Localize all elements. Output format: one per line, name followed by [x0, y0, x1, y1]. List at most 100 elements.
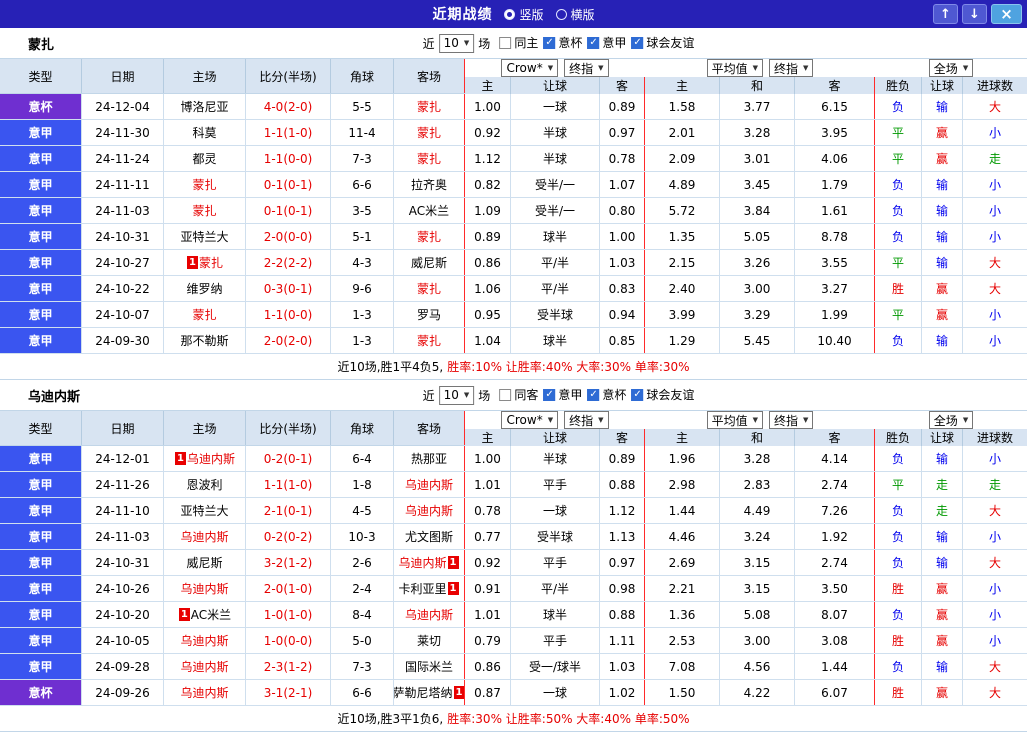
games-count-select[interactable]: 10 ▼ [438, 385, 475, 405]
eu-odds-source-select[interactable]: 平均值 ▼ [706, 411, 763, 429]
score-cell: 1-1(0-0) [246, 302, 331, 327]
handicap-cell: 球半 [511, 328, 600, 353]
eu-away-odds: 7.26 [795, 498, 875, 523]
ah-home-odds: 0.86 [465, 250, 511, 275]
scope-select[interactable]: 全场 ▼ [928, 411, 974, 429]
league-badge: 意甲 [0, 602, 82, 627]
eu-draw-odds: 5.08 [720, 602, 795, 627]
date-cell: 24-10-22 [82, 276, 164, 301]
ah-away-odds: 1.07 [600, 172, 645, 197]
goals-result-cell: 大 [988, 282, 1001, 296]
record-text: 近10场,胜1平4负5, [337, 360, 444, 374]
league-filter-checkbox[interactable]: 同客 [499, 386, 538, 403]
league-filter-checkbox[interactable]: 意甲 [587, 34, 626, 51]
eu-home-odds: 2.09 [645, 146, 720, 171]
home-team-cell: 恩波利 [164, 472, 246, 497]
result-cell: 平 [875, 120, 922, 145]
home-team-name: 都灵 [192, 152, 217, 166]
handicap-cell: 平手 [511, 628, 600, 653]
away-team-cell: 威尼斯 [394, 250, 465, 275]
league-filter-checkbox[interactable]: 球会友谊 [631, 386, 694, 403]
ah-odds-source-select[interactable]: Crow* ▼ [501, 59, 559, 77]
team-name: 乌迪内斯 [28, 389, 81, 405]
asian-handicap-group: Crow* ▼ 终指 ▼ 主 让球 客 [465, 411, 645, 446]
league-badge: 意甲 [0, 654, 82, 679]
eu-home-odds: 1.29 [645, 328, 720, 353]
ah-odds-time-select[interactable]: 终指 ▼ [564, 411, 609, 429]
league-badge: 意甲 [0, 628, 82, 653]
league-filter-checkbox[interactable]: 意杯 [543, 34, 582, 51]
eu-odds-source-select[interactable]: 平均值 ▼ [706, 59, 763, 77]
filter-row: 蒙扎 近 10 ▼ 场 同主 意杯 意甲 球会友谊 [0, 28, 1027, 58]
handicap-result-cell: 走 [922, 498, 963, 523]
home-team-cell: 维罗纳 [164, 276, 246, 301]
away-team-cell: 乌迪内斯 1 [394, 550, 465, 575]
eu-draw-odds: 5.45 [720, 328, 795, 353]
home-team-cell: 亚特兰大 [164, 498, 246, 523]
away-team-cell: 拉齐奥 [394, 172, 465, 197]
eu-home-odds: 3.99 [645, 302, 720, 327]
away-team-cell: 热那亚 [394, 446, 465, 471]
league-badge: 意甲 [0, 146, 82, 171]
away-team-name: 蒙扎 [416, 126, 441, 140]
result-cell: 胜 [875, 680, 922, 705]
corners-cell: 8-4 [331, 602, 394, 627]
match-row: 意甲 24-10-31 亚特兰大 2-0(0-0) 5-1 蒙扎 0.89 球半 1.00 1.3… [0, 224, 1027, 250]
score-cell: 1-0(1-0) [246, 602, 331, 627]
score-cell: 2-0(1-0) [246, 576, 331, 601]
eu-odds-time-select[interactable]: 终指 ▼ [769, 411, 814, 429]
column-header: 客 [600, 429, 645, 446]
eu-draw-odds: 4.49 [720, 498, 795, 523]
home-team-cell: 亚特兰大 [164, 224, 246, 249]
score-cell: 2-1(0-1) [246, 498, 331, 523]
chevron-down-icon: ▼ [962, 415, 969, 424]
ah-away-odds: 0.94 [600, 302, 645, 327]
league-filter-checkbox[interactable]: 意甲 [543, 386, 582, 403]
goals-result-cell: 大 [988, 100, 1001, 114]
away-team-name: 国际米兰 [404, 660, 453, 674]
home-team-name: 亚特兰大 [180, 230, 229, 244]
column-header: 主 [465, 429, 511, 446]
away-team-cell: 乌迪内斯 [394, 498, 465, 523]
date-cell: 24-11-26 [82, 472, 164, 497]
radio-selected-icon [504, 8, 516, 20]
corners-cell: 6-6 [331, 680, 394, 705]
eu-draw-odds: 3.84 [720, 198, 795, 223]
score-cell: 2-0(2-0) [246, 328, 331, 353]
league-filter-checkbox[interactable]: 意杯 [587, 386, 626, 403]
result-cell: 负 [875, 224, 922, 249]
view-option-vertical[interactable]: 竖版 [504, 6, 544, 23]
away-team-name: 蒙扎 [416, 230, 441, 244]
checkbox-checked-icon [543, 36, 556, 49]
ah-odds-time-select[interactable]: 终指 ▼ [564, 59, 609, 77]
league-filter-checkbox[interactable]: 球会友谊 [631, 34, 694, 51]
match-row: 意甲 24-10-22 维罗纳 0-3(0-1) 9-6 蒙扎 1.06 平/半 0.83 2.4… [0, 276, 1027, 302]
home-team-name: 蒙扎 [198, 256, 223, 270]
select-value: 终指 [774, 61, 799, 76]
ah-home-odds: 1.09 [465, 198, 511, 223]
league-badge: 意甲 [0, 276, 82, 301]
games-count-select[interactable]: 10 ▼ [438, 33, 475, 53]
league-filter-checkbox[interactable]: 同主 [499, 34, 538, 51]
team-section-udinese: 乌迪内斯 近 10 ▼ 场 同客意甲意杯球会友谊 类型 日期 主场 比分(半场)… [0, 380, 1027, 732]
games-count-value: 10 [443, 388, 459, 402]
scroll-down-button[interactable]: ↓ [962, 4, 987, 24]
ah-away-odds: 1.11 [600, 628, 645, 653]
view-option-horizontal[interactable]: 横版 [555, 6, 595, 23]
result-cell: 负 [875, 198, 922, 223]
eu-odds-time-select[interactable]: 终指 ▼ [769, 59, 814, 77]
corners-cell: 2-4 [331, 576, 394, 601]
select-value: 终指 [569, 413, 594, 428]
eu-draw-odds: 3.24 [720, 524, 795, 549]
score-cell: 1-1(0-0) [246, 146, 331, 171]
scope-select[interactable]: 全场 ▼ [928, 59, 974, 77]
close-button[interactable]: × [991, 4, 1022, 24]
ah-odds-source-select[interactable]: Crow* ▼ [501, 411, 559, 429]
goals-result-cell: 小 [988, 608, 1001, 622]
filter-row: 乌迪内斯 近 10 ▼ 场 同客 意甲 意杯 球会友谊 [0, 380, 1027, 410]
home-team-name: 维罗纳 [186, 282, 223, 296]
result-cell: 负 [875, 94, 922, 119]
checkbox-unchecked-icon [499, 36, 512, 49]
scroll-up-button[interactable]: ↑ [933, 4, 958, 24]
handicap-cell: 平/半 [511, 276, 600, 301]
